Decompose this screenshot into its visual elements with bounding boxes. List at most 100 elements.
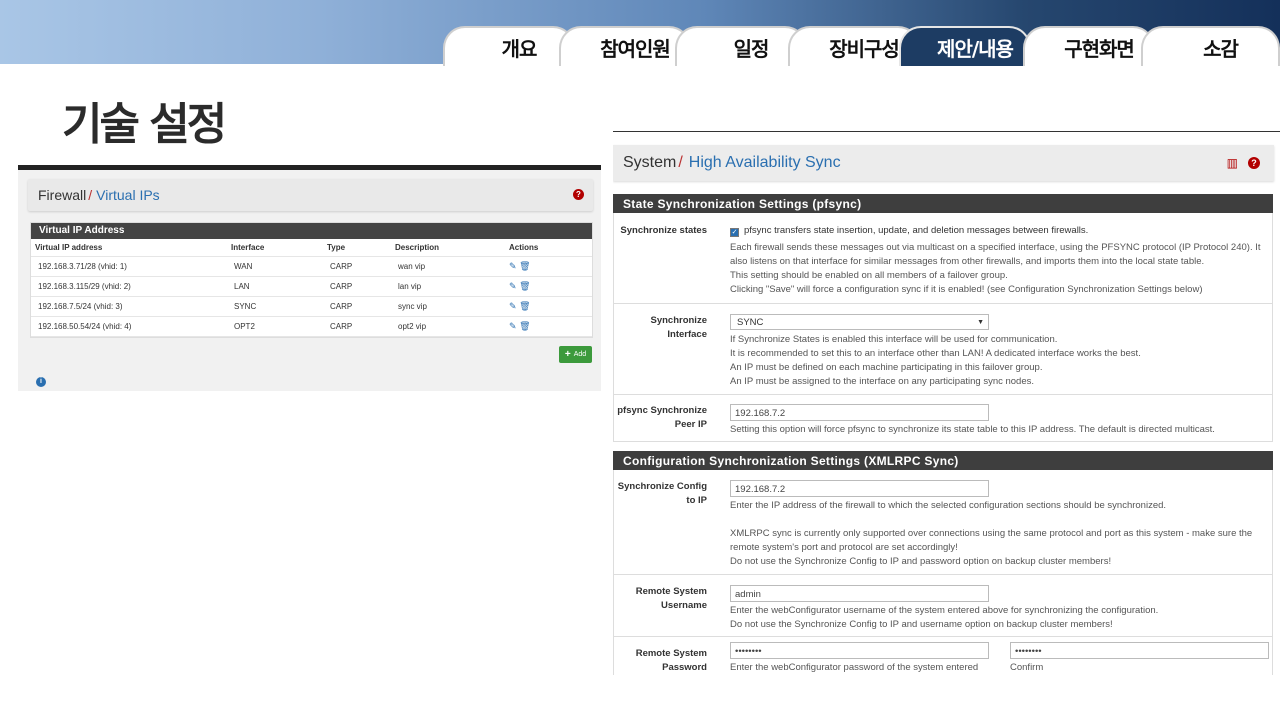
table-row: 192.168.3.71/28 (vhid: 1) WAN CARP wan v…: [31, 257, 592, 277]
remote-username-input[interactable]: admin: [730, 585, 989, 602]
question-circle-icon[interactable]: ?: [1248, 157, 1260, 169]
breadcrumb-separator: /: [678, 154, 683, 171]
add-button-label: Add: [573, 351, 587, 358]
virtual-ip-table: Virtual IP Address Virtual IP address In…: [30, 222, 593, 338]
question-circle-icon[interactable]: ?: [573, 189, 584, 200]
field-label: Synchronize Config to IP: [617, 481, 707, 506]
tab-implementation[interactable]: 구현화면: [1023, 26, 1155, 66]
caret-down-icon: ▼: [977, 319, 984, 326]
trash-icon[interactable]: 🗑: [519, 261, 530, 271]
pencil-icon[interactable]: ✎: [509, 281, 517, 291]
help-text: An IP must be defined on each machine pa…: [730, 362, 1043, 373]
form-row-remote-username: Remote System Username admin Enter the we…: [613, 575, 1273, 637]
remote-password-confirm-input[interactable]: ••••••••: [1010, 642, 1269, 659]
vip-type: CARP: [330, 282, 353, 291]
form-row-sync-states: Synchronize states ✓ pfsync transfers sta…: [613, 213, 1273, 304]
pencil-icon[interactable]: ✎: [509, 301, 517, 311]
table-row: 192.168.50.54/24 (vhid: 4) OPT2 CARP opt…: [31, 317, 592, 337]
row-actions: ✎ 🗑: [505, 321, 585, 332]
remote-password-input[interactable]: ••••••••: [730, 642, 989, 659]
tab-proposal[interactable]: 제안/내용: [899, 26, 1031, 66]
plus-icon: +: [564, 349, 571, 360]
field-label: Synchronize Interface: [650, 315, 708, 340]
sync-states-checkbox[interactable]: ✓: [730, 228, 739, 237]
help-text: Enter the IP address of the firewall to …: [730, 500, 1167, 511]
config-ip-input[interactable]: 192.168.7.2: [730, 480, 989, 497]
vip-address: 192.168.3.115/29 (vhid: 2): [38, 282, 131, 291]
field-body: SYNC ▼ If Synchronize States is enabled t…: [730, 314, 1274, 389]
field-body: •••••••• Enter the webConfigurator passw…: [730, 642, 1274, 675]
vip-description: lan vip: [398, 282, 422, 291]
vip-description: sync vip: [398, 302, 427, 311]
field-body: ✓ pfsync transfers state insertion, updat…: [730, 224, 1274, 297]
help-text: This setting should be enabled on all me…: [730, 270, 1008, 281]
breadcrumb: System / High Availability Sync ▥ ?: [613, 145, 1274, 181]
vip-address: 192.168.3.71/28 (vhid: 1): [38, 262, 127, 271]
section-header-pfsync: State Synchronization Settings (pfsync): [613, 194, 1273, 213]
tab-overview[interactable]: 개요: [443, 26, 575, 66]
table-title: Virtual IP Address: [31, 223, 592, 239]
confirm-label: Confirm: [1010, 662, 1044, 673]
vip-type: CARP: [330, 262, 353, 271]
sync-interface-select[interactable]: SYNC ▼: [730, 314, 989, 330]
help-text: Do not use the Synchronize Config to IP …: [730, 619, 1113, 630]
help-text: An IP must be assigned to the interface …: [730, 376, 1035, 387]
vip-address: 192.168.7.5/24 (vhid: 3): [38, 302, 123, 311]
vip-description: opt2 vip: [398, 322, 427, 331]
breadcrumb-root[interactable]: System: [623, 154, 676, 171]
vip-type: CARP: [330, 302, 353, 311]
vip-address: 192.168.50.54/24 (vhid: 4): [38, 322, 132, 331]
form-row-remote-password: Remote System Password •••••••• Enter the…: [613, 637, 1273, 675]
help-text: It is recommended to set this to an inte…: [730, 348, 1141, 359]
section-header-xmlrpc: Configuration Synchronization Settings (…: [613, 451, 1273, 470]
tab-impressions[interactable]: 소감: [1141, 26, 1280, 66]
table-header-row: Virtual IP address Interface Type Descri…: [31, 239, 592, 257]
form-row-config-ip: Synchronize Config to IP 192.168.7.2 Ente…: [613, 470, 1273, 575]
peer-ip-input[interactable]: 192.168.7.2: [730, 404, 989, 421]
field-body: 192.168.7.2 Enter the IP address of the …: [730, 480, 1274, 569]
help-text: Enter the webConfigurator username of th…: [730, 605, 1159, 616]
pencil-icon[interactable]: ✎: [509, 261, 517, 271]
column-header: Virtual IP address: [35, 243, 103, 252]
breadcrumb-leaf[interactable]: High Availability Sync: [689, 154, 841, 171]
tab-participants[interactable]: 참여인원: [559, 26, 691, 66]
help-text: Clicking "Save" will force a configurati…: [730, 284, 1203, 295]
field-body: admin Enter the webConfigurator username…: [730, 585, 1274, 632]
form-row-sync-interface: Synchronize Interface SYNC ▼ If Synchroniz…: [613, 304, 1273, 395]
help-text: Do not use the Synchronize Config to IP …: [730, 556, 1112, 567]
form-row-peer-ip: pfsync Synchronize Peer IP 192.168.7.2 Se…: [613, 395, 1273, 442]
virtual-ips-panel: Firewall / Virtual IPs ? Virtual IP Addres…: [18, 165, 601, 391]
column-header: Description: [395, 243, 440, 252]
table-row: 192.168.7.5/24 (vhid: 3) SYNC CARP sync …: [31, 297, 592, 317]
slide-title: 기술 설정: [62, 99, 227, 150]
breadcrumb-leaf[interactable]: Virtual IPs: [96, 187, 160, 203]
trash-icon[interactable]: 🗑: [519, 321, 530, 331]
row-actions: ✎ 🗑: [505, 281, 585, 292]
field-body: 192.168.7.2 Setting this option will for…: [730, 404, 1274, 437]
pencil-icon[interactable]: ✎: [509, 321, 517, 331]
checkbox-label: pfsync transfers state insertion, update…: [744, 225, 1089, 236]
field-label: Remote System Username: [635, 586, 707, 611]
info-circle-icon[interactable]: i: [36, 377, 46, 387]
trash-icon[interactable]: 🗑: [519, 281, 530, 291]
ha-sync-panel: System / High Availability Sync ▥ ? State …: [613, 131, 1280, 675]
field-label: Remote System Password: [635, 648, 707, 673]
vip-interface: SYNC: [234, 302, 257, 311]
add-button[interactable]: + Add: [559, 346, 592, 363]
vip-interface: LAN: [234, 282, 250, 291]
field-label: pfsync Synchronize Peer IP: [617, 405, 707, 430]
column-header: Type: [327, 243, 346, 252]
row-actions: ✎ 🗑: [505, 261, 585, 272]
trash-icon[interactable]: 🗑: [519, 301, 530, 311]
nav-bar: [18, 165, 601, 170]
column-header: Interface: [231, 243, 265, 252]
vip-interface: OPT2: [234, 322, 255, 331]
section-tabs: 개요 참여인원 일정 장비구성 제안/내용 구현화면 소감: [443, 26, 1280, 66]
breadcrumb-root[interactable]: Firewall: [38, 187, 86, 203]
help-text: If Synchronize States is enabled this in…: [730, 334, 1058, 345]
bar-chart-icon[interactable]: ▥: [1227, 156, 1238, 170]
help-text: Enter the webConfigurator password of th…: [730, 662, 979, 673]
field-label: Synchronize states: [620, 225, 707, 236]
vip-interface: WAN: [234, 262, 253, 271]
vip-type: CARP: [330, 322, 353, 331]
